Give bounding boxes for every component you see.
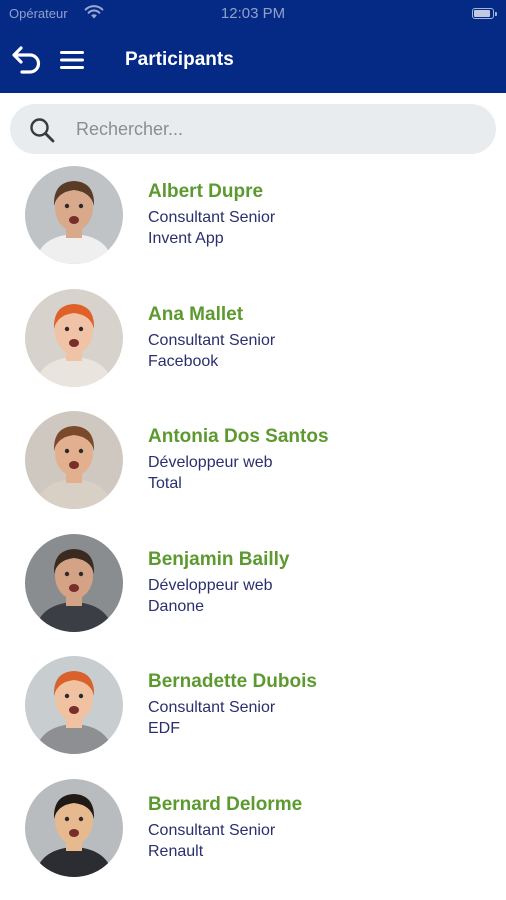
status-bar: Opérateur 12:03 PM [0,0,506,28]
participant-info: Antonia Dos Santos Développeur web Total [148,425,329,494]
participant-row[interactable]: Benjamin Bailly Développeur web Danone [0,528,506,651]
participant-company: EDF [148,720,180,737]
hamburger-menu-icon [60,51,84,69]
participant-company: Danone [148,597,205,615]
avatar [25,166,123,264]
search-input[interactable] [76,112,476,146]
participant-company: Facebook [148,352,219,370]
participant-role: Consultant Senior [148,331,276,349]
participant-company: Renault [148,842,204,860]
battery-icon [472,8,497,19]
participant-role: Développeur web [148,454,273,471]
participant-company: Invent App [148,230,224,247]
participant-row[interactable]: Ana Mallet Consultant Senior Facebook [0,283,506,406]
participant-name: Antonia Dos Santos [148,426,329,447]
avatar [25,656,123,754]
participant-row[interactable]: Antonia Dos Santos Développeur web Total [0,405,506,528]
participant-info: Bernadette Dubois Consultant Senior EDF [148,670,317,739]
participant-info: Benjamin Bailly Développeur web Danone [148,548,290,617]
participant-name: Bernard Delorme [148,793,303,815]
participant-info: Bernard Delorme Consultant Senior Renaul… [148,793,302,862]
participant-role: Consultant Senior [148,821,276,839]
avatar [25,411,123,509]
participant-name: Ana Mallet [148,303,244,325]
participant-role: Consultant Senior [148,209,276,226]
back-button[interactable] [10,43,46,77]
avatar [25,533,123,632]
battery-level [474,10,490,17]
avatar [25,778,123,877]
participant-row[interactable]: Bernard Delorme Consultant Senior Renaul… [0,773,506,896]
participant-row[interactable]: Albert Dupre Consultant Senior Invent Ap… [0,160,506,283]
participant-name: Bernadette Dubois [148,671,317,692]
participants-list: Albert Dupre Consultant Senior Invent Ap… [0,160,506,895]
participant-row[interactable]: Bernadette Dubois Consultant Senior EDF [0,650,506,773]
participant-name: Benjamin Bailly [148,548,290,570]
status-time: 12:03 PM [220,5,286,22]
nav-bar: Participants [0,36,506,84]
search-bar [10,104,496,154]
participant-role: Consultant Senior [148,699,276,716]
participant-info: Ana Mallet Consultant Senior Facebook [148,303,275,372]
participant-role: Développeur web [148,576,273,594]
participant-name: Albert Dupre [148,181,264,202]
participant-info: Albert Dupre Consultant Senior Invent Ap… [148,180,275,249]
page-title: Participants [125,49,234,70]
menu-button[interactable] [58,46,86,74]
participant-company: Total [148,475,182,492]
avatar [25,288,123,387]
app-header: Opérateur 12:03 PM Participants [0,0,506,93]
search-icon [28,116,56,144]
undo-arrow-icon [12,46,41,74]
